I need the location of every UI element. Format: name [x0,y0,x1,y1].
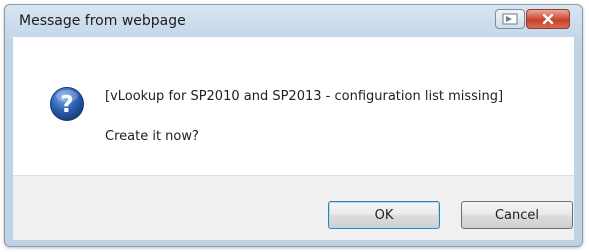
question-icon: ? [50,87,84,121]
ok-button[interactable]: OK [328,201,440,229]
help-icon [502,13,518,25]
window-title: Message from webpage [19,13,186,29]
close-icon [542,13,554,25]
titlebar[interactable]: Message from webpage [5,5,582,37]
help-button[interactable] [495,9,525,29]
dialog-content: ? [vLookup for SP2010 and SP2013 - confi… [13,37,574,240]
dialog-prompt: Create it now? [105,129,199,144]
dialog-message: [vLookup for SP2010 and SP2013 - configu… [105,89,504,104]
dialog-window: Message from webpage ? [vLookup for SP20… [4,4,583,247]
close-button[interactable] [526,9,570,29]
cancel-button[interactable]: Cancel [461,201,573,229]
svg-text:?: ? [60,92,73,118]
